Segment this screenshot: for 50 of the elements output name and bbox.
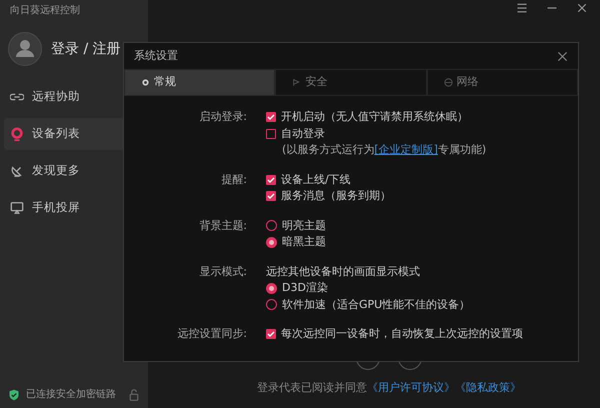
screen-icon [10,201,24,215]
checkbox-label: 设备上线/下线 [281,172,351,188]
radio-button[interactable] [266,282,277,294]
checkbox-label: 服务消息（服务到期） [281,188,391,204]
radio-label: D3D渲染 [282,280,328,296]
radio-button[interactable] [266,236,277,248]
radio-label: 暗黑主题 [282,234,326,250]
setting-label: 启动登录: [198,109,248,125]
globe-icon [444,78,453,87]
footer-link[interactable]: 《用户许可协议》 [367,380,455,394]
checkbox[interactable] [266,329,276,340]
flag-icon [292,78,302,87]
checkbox[interactable] [266,112,276,122]
radio-button[interactable] [266,220,277,232]
radio-label: 明亮主题 [282,218,326,234]
edition-link[interactable]: [企业定制版] [374,143,438,156]
setting-label: 显示模式: [198,264,248,280]
nav-item[interactable]: 发现更多 [4,155,144,187]
footer-text: 登录代表已阅读并同意《用户许可协议》《隐私政策》 [257,380,521,396]
close-icon [576,2,588,14]
app-title: 向日葵远程控制 [9,4,81,18]
dialog-title: 系统设置 [134,48,178,64]
lock-icon [128,388,140,400]
setting-label: 提醒: [220,172,248,188]
shield-icon [8,388,20,400]
avatar-icon [8,32,42,66]
footer-link[interactable]: 《隐私政策》 [455,380,521,394]
radio-label: 软件加速（适合GPU性能不佳的设备） [282,296,470,312]
checkbox[interactable] [266,174,276,185]
menu-icon [516,2,528,14]
note-text: (以服务方式运行为[企业定制版]专属功能) [281,142,486,158]
checkbox[interactable] [266,128,276,139]
checkbox-label: 自动登录 [281,126,325,142]
setting-label: 远控设置同步: [176,326,248,342]
satellite-dish-icon [10,164,24,178]
radio-button[interactable] [266,299,277,310]
setting-label: 背景主题: [198,218,248,234]
description-text: 远控其他设备时的画面显示模式 [266,264,421,280]
checkbox[interactable] [266,191,276,202]
login-link[interactable]: 登录 / 注册 [51,38,121,60]
close-icon [557,50,568,62]
status-text: 已连接安全加密链路 [26,388,116,402]
tab[interactable]: 常规 [124,69,276,96]
checkbox-label: 开机启动（无人值守请禁用系统休眠） [281,109,468,125]
tab[interactable]: 安全 [275,69,427,96]
pin-icon [10,127,24,141]
nav-item[interactable]: 手机投屏 [4,192,144,224]
gear-icon [141,78,150,87]
tab[interactable]: 网络 [426,69,578,96]
checkbox-label: 每次远控同一设备时，自动恢复上次远控的设置项 [281,326,523,342]
